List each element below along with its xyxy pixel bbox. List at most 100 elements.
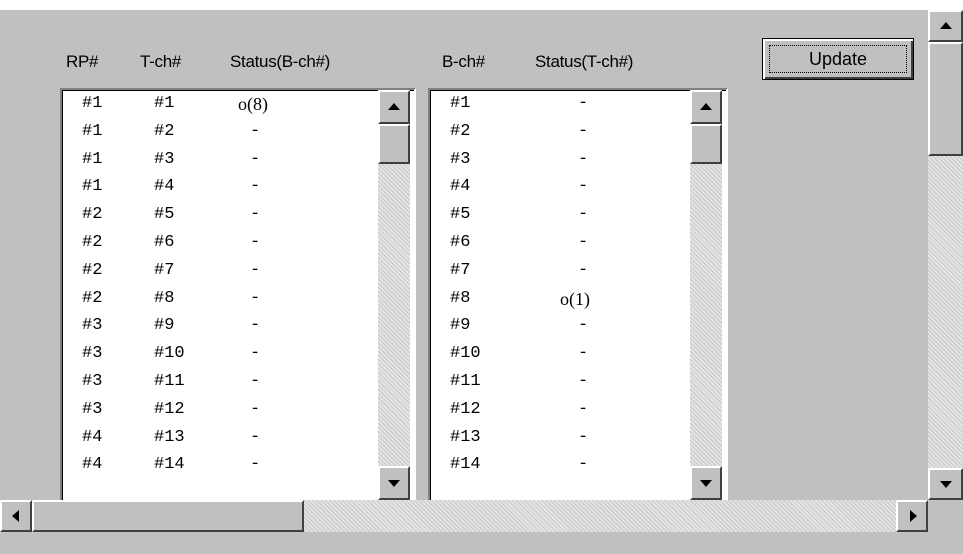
- bch-cell: #7: [450, 260, 471, 280]
- right-vscroll-thumb[interactable]: [690, 124, 722, 164]
- bch-cell: #4: [450, 177, 471, 197]
- list-item[interactable]: #14 -: [430, 451, 726, 479]
- rp-tch-list[interactable]: #1 #1 o(8) #1 #2- #1 #3- #1 #4- #2 #5- #2 #6- #2 #7- #2…: [60, 88, 416, 500]
- list-item[interactable]: #3 #11 -: [62, 368, 414, 396]
- rp-cell: #2: [82, 233, 103, 252]
- status-cell: -: [250, 399, 261, 419]
- bch-cell: #9: [450, 316, 471, 336]
- list-item[interactable]: #6 -: [430, 229, 726, 257]
- status-cell: o(1): [560, 288, 590, 309]
- bch-cell: #8: [450, 288, 471, 308]
- status-cell: -: [250, 121, 261, 141]
- left-vscroll-thumb[interactable]: [378, 124, 410, 164]
- bch-cell: #11: [450, 372, 481, 391]
- list-item[interactable]: #3 -: [430, 146, 726, 174]
- rp-cell: #3: [82, 344, 103, 364]
- rp-cell: #1: [82, 177, 103, 197]
- left-list-vscrollbar[interactable]: [378, 90, 410, 500]
- list-item[interactable]: #13 -: [430, 424, 726, 452]
- right-scroll-up-button[interactable]: [690, 90, 722, 124]
- window-hscrollbar[interactable]: [0, 500, 928, 532]
- rp-cell: #3: [82, 399, 103, 419]
- rp-cell: #2: [82, 205, 103, 225]
- list-item[interactable]: #1 #1 o(8): [62, 90, 414, 118]
- arrow-up-icon: [700, 103, 712, 110]
- list-item[interactable]: #2 #6 -: [62, 229, 414, 257]
- bch-cell: #14: [450, 455, 481, 475]
- status-cell: -: [250, 177, 261, 197]
- window-vscroll-thumb[interactable]: [928, 42, 963, 156]
- list-item[interactable]: #1 #4 -: [62, 173, 414, 201]
- list-item[interactable]: #3 #12 -: [62, 396, 414, 424]
- list-item[interactable]: #3 #10 -: [62, 340, 414, 368]
- list-item[interactable]: #12 -: [430, 396, 726, 424]
- channel-status-window: RP# T-ch# Status(B-ch#) B-ch# Status(T-c…: [0, 0, 963, 554]
- header-tch: T-ch#: [140, 52, 182, 71]
- arrow-left-icon: [12, 510, 19, 522]
- list-item[interactable]: #11 -: [430, 368, 726, 396]
- status-cell: -: [578, 316, 589, 336]
- window-scroll-right-button[interactable]: [896, 500, 928, 532]
- list-item[interactable]: #4 #13 -: [62, 424, 414, 452]
- arrow-down-icon: [388, 480, 400, 487]
- window-vscrollbar[interactable]: [928, 10, 963, 500]
- list-item[interactable]: #2 #8 -: [62, 285, 414, 313]
- rp-cell: #1: [82, 121, 103, 141]
- bch-cell: #2: [450, 121, 471, 141]
- arrow-down-icon: [700, 480, 712, 487]
- tch-cell: #13: [154, 427, 185, 447]
- list-item[interactable]: #2 #5 -: [62, 201, 414, 229]
- left-scroll-down-button[interactable]: [378, 466, 410, 500]
- bch-cell: #3: [450, 149, 471, 169]
- list-item[interactable]: #7 -: [430, 257, 726, 285]
- header-bch: B-ch#: [442, 52, 485, 71]
- list-item[interactable]: #3 #9 -: [62, 312, 414, 340]
- list-item[interactable]: #1 #2 -: [62, 118, 414, 146]
- list-item[interactable]: #5 -: [430, 201, 726, 229]
- list-item[interactable]: #8 o(1): [430, 285, 726, 313]
- list-item[interactable]: #9 -: [430, 312, 726, 340]
- list-item[interactable]: #4 -: [430, 173, 726, 201]
- status-cell: -: [578, 372, 589, 391]
- update-button[interactable]: Update: [762, 38, 914, 80]
- rp-cell: #4: [82, 455, 103, 475]
- status-cell: -: [578, 233, 589, 252]
- tch-cell: #1: [154, 94, 175, 113]
- window-scroll-down-button[interactable]: [928, 468, 963, 500]
- tch-cell: #14: [154, 455, 185, 475]
- window-scroll-left-button[interactable]: [0, 500, 32, 532]
- left-scroll-up-button[interactable]: [378, 90, 410, 124]
- list-item[interactable]: #1 #3 -: [62, 146, 414, 174]
- window-hscroll-thumb[interactable]: [32, 500, 304, 532]
- status-cell: -: [578, 121, 589, 141]
- status-cell: -: [578, 94, 589, 113]
- arrow-right-icon: [910, 510, 917, 522]
- right-scroll-down-button[interactable]: [690, 466, 722, 500]
- tch-cell: #6: [154, 233, 175, 252]
- arrow-up-icon: [940, 22, 952, 29]
- bch-cell: #10: [450, 344, 481, 364]
- list-item[interactable]: #2 -: [430, 118, 726, 146]
- bch-list[interactable]: #1- #2- #3- #4- #5- #6- #7- #8 o(1) #9- #10- #11- #1…: [428, 88, 728, 500]
- status-cell: -: [578, 177, 589, 197]
- rp-cell: #2: [82, 288, 103, 308]
- tch-cell: #2: [154, 121, 175, 141]
- list-item[interactable]: #4 #14 -: [62, 451, 414, 479]
- list-item[interactable]: #1 -: [430, 90, 726, 118]
- bch-cell: #13: [450, 427, 481, 447]
- right-list-vscrollbar[interactable]: [690, 90, 722, 500]
- status-cell: -: [578, 427, 589, 447]
- status-cell: -: [250, 205, 261, 225]
- tch-cell: #12: [154, 399, 185, 419]
- list-item[interactable]: #2 #7 -: [62, 257, 414, 285]
- arrow-up-icon: [388, 103, 400, 110]
- status-cell: -: [578, 455, 589, 475]
- tch-cell: #5: [154, 205, 175, 225]
- list-item[interactable]: #10 -: [430, 340, 726, 368]
- status-cell: -: [250, 316, 261, 336]
- window-scroll-up-button[interactable]: [928, 10, 963, 42]
- update-button-label: Update: [808, 48, 868, 69]
- status-cell: -: [250, 455, 261, 475]
- tch-cell: #4: [154, 177, 175, 197]
- status-cell: -: [578, 399, 589, 419]
